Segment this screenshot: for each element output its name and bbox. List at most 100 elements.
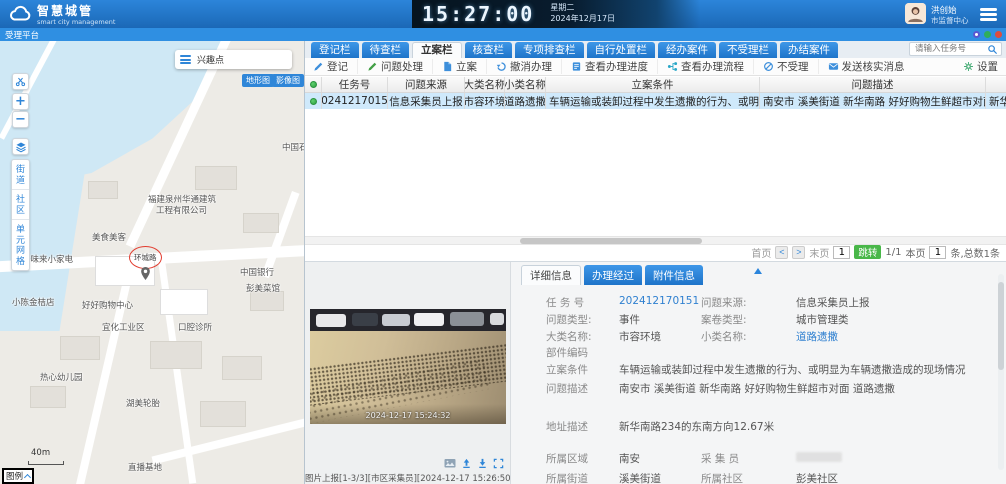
case-detail-fields: 详细信息 办理经过 附件信息 任 务 号 202412170151 问题来源: … [510,262,1006,484]
register-button[interactable]: 登记 [311,59,358,74]
field-value: 南安 [619,451,640,466]
last-page-button[interactable]: 末页 [809,245,829,260]
field-label: 案卷类型: [701,312,771,327]
pencil-icon [313,61,324,72]
table-row[interactable]: 202412170151 信息采集员上报 市容环境 道路遗撒 车辆运输或装卸过程… [305,93,1006,109]
col-case-condition: 立案条件 [546,77,760,92]
window-dot-red-icon[interactable] [995,31,1002,38]
view-flow-button[interactable]: 查看办理流程 [658,59,754,74]
layer-community-button[interactable]: 社区 [12,189,29,219]
menu-icon[interactable] [980,8,997,23]
cell-case-condition[interactable]: 车辆运输或装卸过程中发生遗撒的行为、或明显为车... [546,93,760,109]
tab-case-filing[interactable]: 立案栏 [412,42,462,58]
task-search-input[interactable] [913,43,987,55]
jump-button[interactable]: 跳转 [854,245,881,259]
map-layer-toggles: 街道 社区 单元网格 [11,159,30,271]
tab-detail-info[interactable]: 详细信息 [521,265,581,285]
photo-caption: 图片上报[1-3/3][市区采集员][2024-12-17 15:26:50] [305,472,510,484]
case-table-header: 任务号 问题来源 大类名称 小类名称 立案条件 问题描述 [305,77,1006,93]
scrollbar-thumb[interactable] [998,282,1004,370]
document-icon [442,61,453,72]
page-count-input[interactable] [929,246,946,259]
photo-toolbar [305,458,510,469]
page-number-input[interactable] [833,246,850,259]
task-search-box[interactable] [909,42,1002,56]
view-progress-button[interactable]: 查看办理进度 [562,59,658,74]
layer-street-button[interactable]: 街道 [12,160,29,189]
prev-page-button[interactable]: < [775,246,788,259]
map-label: 美食美客 [92,231,126,243]
tab-handled-cases[interactable]: 经办案件 [658,42,716,58]
col-subcategory: 小类名称 [505,77,546,92]
zoom-in-button[interactable]: + [12,93,29,110]
problem-handle-button[interactable]: 问题处理 [358,59,433,74]
file-case-button[interactable]: 立案 [433,59,487,74]
field-label: 立案条件 [546,362,616,377]
platform-label: 受理平台 [5,29,39,41]
cloud-logo-icon [7,3,31,28]
next-page-button[interactable]: > [792,246,805,259]
cancel-handling-button[interactable]: 撤消办理 [487,59,562,74]
chevron-up-icon [24,474,31,481]
task-no-link[interactable]: 202412170151 [619,295,699,307]
map-label: 工程有限公司 [156,204,207,216]
download-icon[interactable] [477,458,488,469]
app-logo: 智慧城管 smart city management [7,3,115,28]
image-icon[interactable] [444,458,456,469]
satellite-map-button[interactable]: 影像图 [272,74,304,87]
cell-subcategory[interactable]: 道路遗撒 [505,93,546,109]
layer-unit-grid-button[interactable]: 单元网格 [12,219,29,270]
scrollbar-thumb[interactable] [520,238,702,244]
progress-list-icon [571,61,582,72]
cell-street[interactable]: 新华南路 [986,93,1006,109]
cell-category[interactable]: 市容环境 [465,93,505,109]
tab-attachments[interactable]: 附件信息 [645,265,703,285]
map-label: 中国银行 [240,266,274,278]
map-search-input[interactable] [195,54,275,66]
zoom-out-button[interactable]: − [12,111,29,128]
search-icon[interactable] [987,40,998,59]
tab-verify[interactable]: 核查栏 [465,42,513,58]
tab-rejected[interactable]: 不受理栏 [719,42,777,58]
total-count: 条,总数1条 [950,245,1000,260]
user-avatar[interactable] [905,3,926,24]
vertical-scrollbar[interactable] [998,274,1004,470]
tab-handling-history[interactable]: 办理经过 [584,265,642,285]
map-panel[interactable]: 中国石 福建泉州华通建筑 工程有限公司 美食美客 好味来小家电 环城路 中国银行… [0,41,305,484]
detail-section: 2024-12-17 15:24:32 图片上报[1-3/3][市区采集员][2… [305,261,1006,484]
layers-button[interactable] [12,138,29,155]
window-dot-blue-icon[interactable] [973,31,980,38]
list-icon[interactable] [180,54,191,66]
case-tab-bar: 登记栏 待查栏 立案栏 核查栏 专项排查栏 自行处置栏 经办案件 不受理栏 办结… [305,41,1006,58]
page-ratio: 1/1 [885,247,901,258]
detail-tab-bar: 详细信息 办理经过 附件信息 [521,265,703,285]
field-value: 事件 [619,312,640,327]
send-verify-message-button[interactable]: 发送核实消息 [819,59,914,74]
cell-source[interactable]: 信息采集员上报 [388,93,465,109]
tab-pending-check[interactable]: 待查栏 [362,42,410,58]
tab-self-handling[interactable]: 自行处置栏 [587,42,656,58]
first-page-button[interactable]: 首页 [751,245,771,260]
tab-closed-cases[interactable]: 办结案件 [780,42,838,58]
cell-description[interactable]: 南安市 溪美街道 新华南路 好好购物生鲜超市对面 道... [760,93,986,109]
fullscreen-icon[interactable] [493,458,504,469]
legend-toggle[interactable]: 图例 [2,468,34,484]
case-photo[interactable]: 2024-12-17 15:24:32 [310,309,506,424]
field-label: 问题描述 [546,381,616,396]
cell-task-no[interactable]: 202412170151 [322,93,388,109]
settings-button[interactable]: 设置 [963,59,998,74]
terrain-map-button[interactable]: 地形图 [242,74,274,87]
subcategory-link[interactable]: 道路遗撒 [796,329,838,344]
tab-register[interactable]: 登记栏 [311,42,359,58]
field-value: 车辆运输或装卸过程中发生遗撒的行为、或明显为车辆遗撒造成的现场情况 [619,362,966,377]
map-tools-button[interactable] [12,73,29,90]
clock-band: 15:27:00 星期二 2024年12月17日 [412,0,700,28]
window-dot-green-icon[interactable] [984,31,991,38]
reject-button[interactable]: 不受理 [754,59,819,74]
upload-icon[interactable] [461,458,472,469]
field-label: 问题类型: [546,312,616,327]
photo-zone: 2024-12-17 15:24:32 图片上报[1-3/3][市区采集员][2… [305,262,510,484]
collapse-arrow-icon[interactable] [754,268,762,274]
tab-special-inspection[interactable]: 专项排查栏 [515,42,584,58]
map-search-box[interactable] [175,50,292,69]
